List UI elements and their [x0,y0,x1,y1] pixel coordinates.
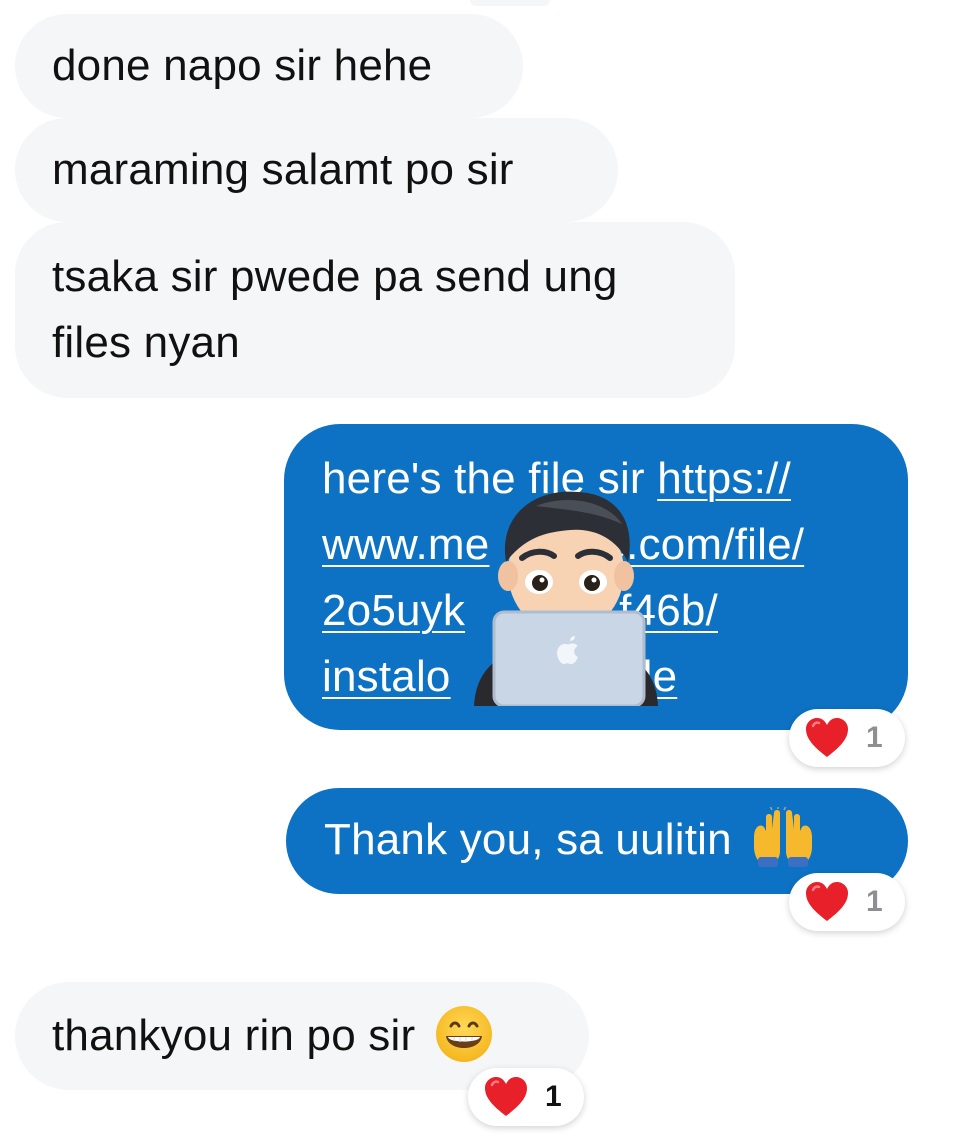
message-text: maraming salamt po sir [52,145,514,194]
file-link[interactable]: instalo [322,652,451,701]
raising-hands-emoji [754,807,813,868]
red-heart-icon [806,718,848,757]
grinning-face-emoji [435,1006,492,1063]
reaction-badge[interactable]: 1 [789,873,905,931]
reaction-count: 1 [866,721,883,754]
red-heart-icon [485,1077,527,1116]
previous-message-edge [470,0,550,6]
reaction-badge[interactable]: 1 [789,709,905,767]
reaction-badge[interactable]: 1 [468,1068,584,1126]
red-heart-icon [806,882,848,921]
incoming-message[interactable]: maraming salamt po sir [15,118,618,222]
memoji-with-laptop-icon [466,484,666,708]
reaction-count: 1 [866,885,883,918]
file-link[interactable]: www.me [322,520,489,569]
message-text: thankyou rin po sir [52,1011,416,1060]
incoming-message[interactable]: done napo sir hehe [15,14,523,118]
file-link[interactable]: https:// [657,454,791,503]
message-text-line: tsaka sir pwede pa send ung [52,252,618,301]
message-text-line: files nyan [52,318,240,367]
reaction-count: 1 [545,1080,562,1113]
chat-thread: done napo sir hehe maraming salamt po si… [0,0,954,1147]
incoming-message[interactable]: tsaka sir pwede pa send ung files nyan [15,222,735,398]
message-text: done napo sir hehe [52,41,433,90]
file-link[interactable]: 2o5uyk [322,586,465,635]
message-text: Thank you, sa uulitin [324,815,732,864]
